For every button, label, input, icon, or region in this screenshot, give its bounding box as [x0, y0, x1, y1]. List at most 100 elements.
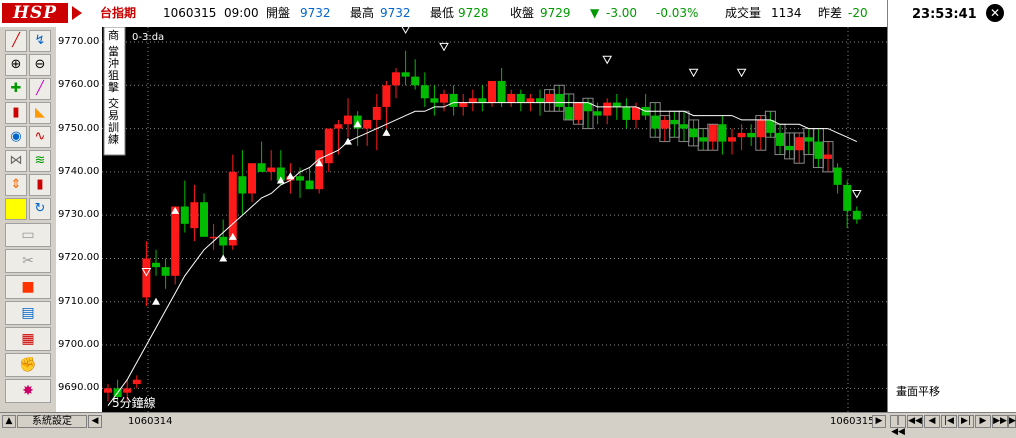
candle-body — [449, 93, 458, 107]
candle — [516, 89, 525, 112]
scroll-right-icon[interactable]: ▶ — [872, 415, 886, 428]
nav-back-button[interactable]: ◀ — [924, 415, 940, 428]
nav-step-back-button[interactable]: |◀ — [941, 415, 957, 428]
candle — [267, 150, 276, 181]
candle-body — [440, 93, 448, 103]
cut-icon[interactable]: ✂ — [5, 249, 51, 273]
nav-fast-forward-button[interactable]: ▶▶ — [992, 415, 1008, 428]
line-draw-icon[interactable]: ╱ — [29, 78, 51, 100]
candle-body — [564, 106, 573, 120]
candle — [152, 249, 160, 276]
up-down-icon[interactable]: ⇕ — [5, 174, 27, 196]
candle — [843, 180, 852, 229]
candle-body — [603, 102, 612, 116]
y-tick-label: 9700.00 — [58, 339, 100, 351]
open-label: 開盤 — [266, 6, 291, 20]
nav-forward-button[interactable]: ▶ — [975, 415, 991, 428]
candle — [718, 115, 727, 155]
nav-step-forward-button[interactable]: ▶| — [958, 415, 974, 428]
candle — [688, 119, 700, 147]
candle-body — [238, 176, 247, 194]
candle-body — [248, 163, 256, 194]
candle-body — [296, 176, 304, 181]
sell-signal-marker — [439, 42, 449, 52]
stop-icon[interactable]: ■ — [5, 275, 51, 299]
candle — [678, 110, 690, 143]
angle-tool-icon[interactable]: ◣ — [29, 102, 51, 124]
fibonacci-tool-icon[interactable]: ⋈ — [5, 150, 27, 172]
scroll-up-icon[interactable]: ▲ — [2, 415, 16, 428]
arc-tool-icon[interactable]: ≋ — [29, 150, 51, 172]
low-label: 最低 — [430, 6, 455, 20]
settings-button[interactable]: 系統設定 — [17, 415, 87, 428]
open-folder-icon[interactable]: ▭ — [5, 223, 51, 247]
candle — [822, 141, 834, 173]
buy-signal-marker — [344, 137, 352, 145]
candle — [449, 85, 458, 116]
interval-label: 5分鐘線 — [112, 395, 156, 410]
candle — [728, 128, 736, 155]
candle — [305, 167, 314, 190]
candle-body — [324, 128, 333, 164]
zoom-out-icon[interactable]: ⊖ — [29, 54, 51, 76]
y-tick-label: 9740.00 — [58, 165, 100, 177]
candle-body — [833, 167, 842, 185]
y-tick-label: 9710.00 — [58, 295, 100, 307]
fan-tool-icon[interactable]: ↯ — [29, 30, 51, 52]
candle-body — [660, 119, 669, 129]
zoom-in-icon[interactable]: ⊕ — [5, 54, 27, 76]
close-button[interactable]: ✕ — [986, 4, 1004, 22]
candle — [793, 132, 805, 164]
down-arrow-icon: ▼ — [590, 6, 600, 20]
candle-body — [507, 93, 516, 103]
candle-body — [785, 145, 794, 151]
burst-icon[interactable]: ✸ — [5, 379, 51, 403]
candle — [200, 193, 208, 237]
end-date: 1060315 — [830, 416, 875, 427]
candle-body — [699, 137, 708, 142]
quote-date: 1060315 — [163, 6, 217, 20]
candle — [707, 123, 719, 151]
sell-signal-marker — [688, 68, 699, 78]
candle — [641, 93, 650, 120]
candle-body — [171, 206, 180, 276]
nav-last-button[interactable]: ▶▶| — [1008, 415, 1016, 428]
strategy-tag-char: 交 — [108, 96, 119, 110]
candle-body — [161, 267, 170, 276]
nav-fast-back-button[interactable]: ◀◀ — [907, 415, 923, 428]
nav-first-button[interactable]: |◀◀ — [890, 415, 906, 437]
candle — [572, 102, 584, 125]
refresh-icon[interactable]: ↻ — [29, 198, 51, 220]
candle-body — [123, 388, 132, 393]
trend-line-tool-icon[interactable]: ╱ — [5, 30, 27, 52]
y-tick-label: 9730.00 — [58, 209, 100, 221]
candle — [668, 110, 680, 138]
candle-body — [574, 102, 583, 120]
candle-body — [219, 236, 228, 246]
wave-tool-icon[interactable]: ∿ — [29, 126, 51, 148]
candle — [411, 59, 420, 90]
scroll-left-icon[interactable]: ◀ — [88, 415, 102, 428]
clock-box: 23:53:41 ✕ — [887, 0, 1016, 27]
buy-signal-marker — [286, 172, 295, 180]
candle-body — [593, 111, 602, 116]
candle — [764, 110, 776, 138]
candle-body — [689, 128, 698, 138]
symbol-name[interactable]: 台指期 — [100, 6, 136, 20]
play-arrow-icon[interactable] — [72, 6, 82, 20]
cycle-tool-icon[interactable]: ◉ — [5, 126, 27, 148]
candlestick-chart[interactable]: 0-3:da 5分鐘線商當沖狙擊交易訓練 — [102, 25, 887, 412]
print-icon[interactable]: ▤ — [5, 301, 51, 325]
candle — [659, 115, 671, 143]
candle-body — [612, 102, 621, 107]
color-fill-icon[interactable] — [5, 198, 27, 220]
candle — [478, 85, 487, 112]
chart-type-icon[interactable]: ▮ — [5, 102, 27, 124]
candle-body — [526, 98, 535, 103]
crosshair-icon[interactable]: ✚ — [5, 78, 27, 100]
volume-label: 成交量 — [725, 6, 762, 20]
sell-signal-marker — [602, 55, 613, 65]
gloves-icon[interactable]: ✊ — [5, 353, 51, 377]
candle-icon[interactable]: ▮ — [29, 174, 51, 196]
grid-table-icon[interactable]: ▦ — [5, 327, 51, 351]
